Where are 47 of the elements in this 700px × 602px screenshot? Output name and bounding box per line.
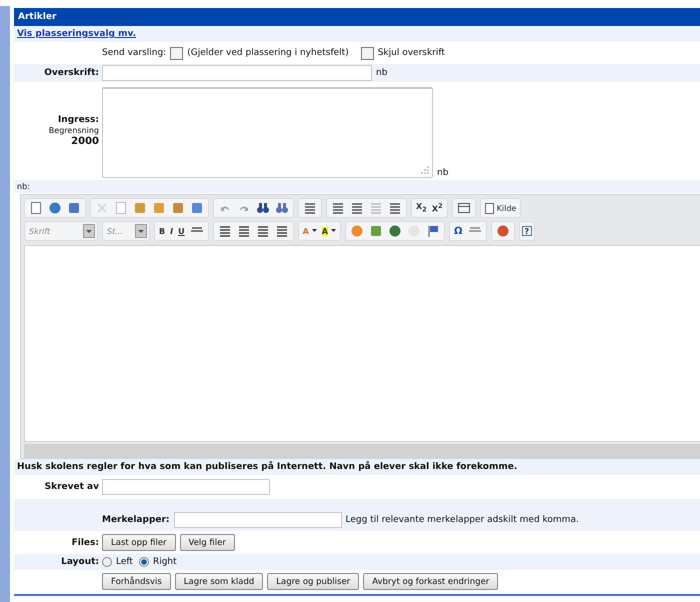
action-button[interactable]: Forhåndsvis: [102, 573, 171, 590]
author-label: Skrevet av: [44, 482, 99, 492]
binoculars-icon[interactable]: [254, 201, 272, 215]
toolbar-button[interactable]: X$_{2}$: [414, 201, 429, 215]
show-placement-link[interactable]: Vis plasseringsvalg mv.: [17, 27, 136, 41]
caret-icon[interactable]: [312, 229, 317, 233]
limit-value: 2000: [71, 136, 99, 147]
resize-grip-icon[interactable]: [421, 166, 429, 174]
files-label: Files:: [72, 538, 99, 548]
ingress-label: Ingress:: [58, 115, 99, 125]
layout-label: Layout:: [61, 557, 99, 567]
hide-title-label: Skjul overskrift: [378, 48, 445, 58]
toolbar-button[interactable]: Ω: [452, 224, 465, 238]
section-header: Artikler: [14, 8, 700, 26]
layout-option-label[interactable]: Right: [152, 557, 177, 567]
language-label: nb:: [17, 182, 30, 191]
toolbar-button[interactable]: U: [176, 224, 187, 238]
file-button[interactable]: Last opp filer: [102, 534, 176, 551]
language-code: nb: [437, 168, 448, 178]
author-field[interactable]: [102, 479, 270, 495]
tags-label: Merkelapper:: [102, 515, 170, 525]
toolbar-button[interactable]: B: [157, 224, 168, 238]
file-button[interactable]: Velg filer: [180, 534, 235, 551]
hide-title-checkbox[interactable]: [360, 46, 374, 60]
notify-label: Send varsling:: [102, 48, 166, 58]
toolbar-button[interactable]: ?: [522, 226, 532, 236]
layout-option-label[interactable]: Left: [116, 557, 133, 567]
binoculars-icon[interactable]: [273, 201, 291, 215]
ingress-field[interactable]: [102, 87, 433, 178]
action-button[interactable]: Lagre og publiser: [267, 573, 360, 590]
layout-radio[interactable]: [102, 557, 112, 567]
publishing-notice: Husk skolens regler for hva som kan publiseres på Internett. Navn på elever skal ikke forekomme.: [17, 462, 518, 472]
tags-field[interactable]: [174, 512, 342, 528]
notify-checkbox[interactable]: [170, 46, 184, 60]
toolbar-button[interactable]: Kilde: [482, 201, 518, 215]
tags-hint: Legg til relevante merkelapper adskilt med komma.: [346, 515, 579, 525]
caret-icon[interactable]: [331, 229, 336, 233]
action-button[interactable]: Avbryt og forkast endringer: [363, 573, 498, 590]
toolbar-button[interactable]: I: [168, 224, 176, 238]
language-code: nb: [376, 68, 388, 78]
title-field[interactable]: [102, 65, 372, 81]
toolbar-button[interactable]: X$^{2}$: [430, 201, 445, 215]
title-label: Overskrift:: [44, 68, 99, 78]
limit-label: Begrensning: [48, 126, 99, 135]
notify-note: (Gjelder ved plassering i nyhetsfelt): [187, 48, 349, 58]
action-button[interactable]: Lagre som kladd: [174, 573, 264, 590]
layout-radio[interactable]: [138, 557, 149, 567]
